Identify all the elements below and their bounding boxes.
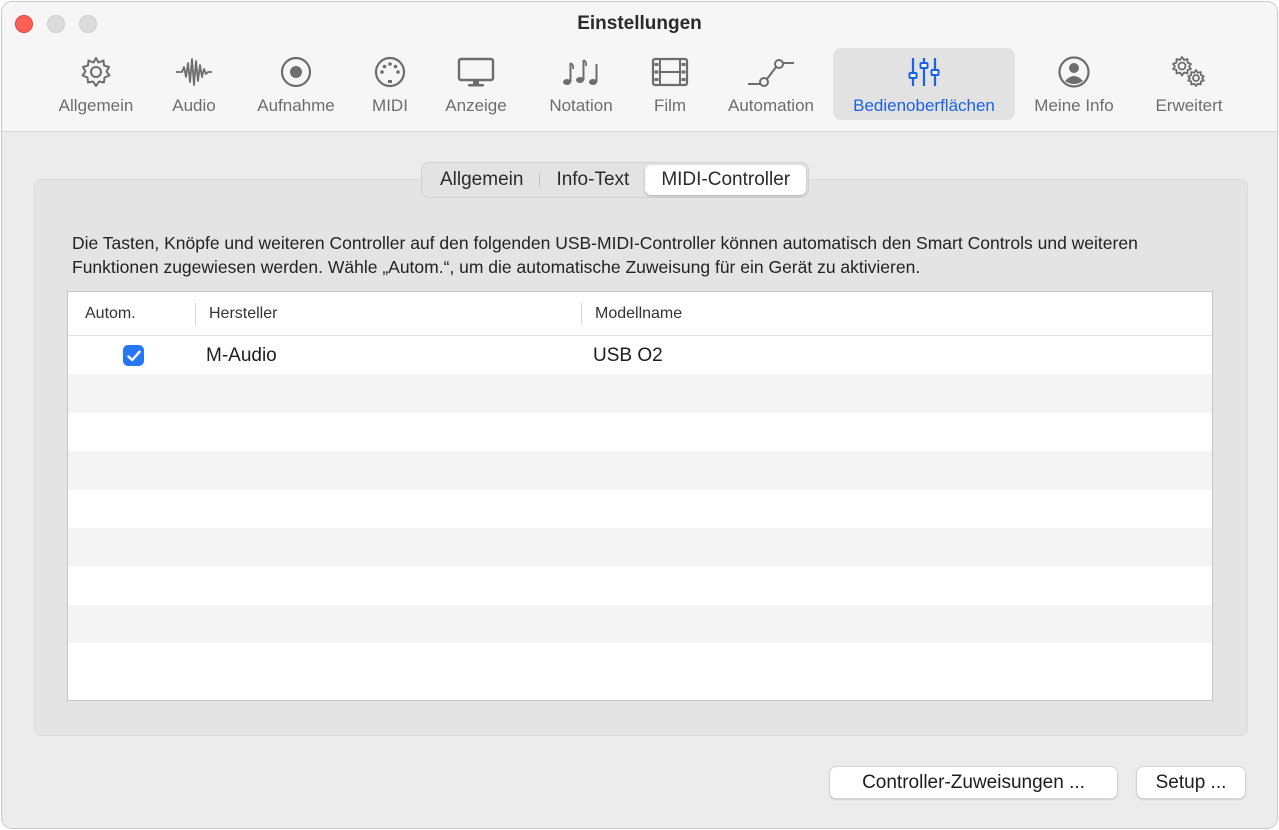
table-row-empty <box>68 566 1212 605</box>
toolbar-item-anzeige[interactable]: Anzeige <box>437 48 515 120</box>
controller-table: Autom. Hersteller Modellname M-Audio USB… <box>67 291 1213 701</box>
tab-midi-controller[interactable]: MIDI-Controller <box>645 165 807 195</box>
film-icon <box>650 52 690 92</box>
toolbar-item-automation[interactable]: Automation <box>718 48 824 120</box>
record-icon <box>279 52 313 92</box>
toolbar-item-notation[interactable]: Notation <box>538 48 624 120</box>
toolbar-label-allgemein: Allgemein <box>58 96 134 115</box>
toolbar-item-midi[interactable]: MIDI <box>362 48 418 120</box>
toolbar-item-bedienoberflaechen[interactable]: Bedienoberflächen <box>833 48 1015 120</box>
toolbar-item-aufnahme[interactable]: Aufnahme <box>247 48 345 120</box>
setup-button[interactable]: Setup ... <box>1136 766 1246 799</box>
toolbar-item-film[interactable]: Film <box>644 48 696 120</box>
toolbar-item-allgemein[interactable]: Allgemein <box>47 48 145 120</box>
toolbar-label-bedienoberflaechen: Bedienoberflächen <box>853 96 995 115</box>
person-icon <box>1057 52 1091 92</box>
column-header-autom[interactable]: Autom. <box>85 305 136 323</box>
cell-manufacturer: M-Audio <box>206 345 277 366</box>
table-body: M-Audio USB O2 <box>68 336 1212 682</box>
table-header: Autom. Hersteller Modellname <box>68 292 1212 336</box>
toolbar-item-audio[interactable]: Audio <box>159 48 229 120</box>
gears-icon <box>1169 52 1209 92</box>
table-row-empty <box>68 412 1212 452</box>
table-row-empty <box>68 374 1212 413</box>
toolbar-label-aufnahme: Aufnahme <box>257 96 335 115</box>
sliders-icon <box>907 52 941 92</box>
toolbar-label-anzeige: Anzeige <box>445 96 507 115</box>
gear-icon <box>79 52 113 92</box>
toolbar-item-erweitert[interactable]: Erweitert <box>1144 48 1234 120</box>
column-divider <box>581 303 582 325</box>
table-row-empty <box>68 489 1212 528</box>
display-icon <box>456 52 496 92</box>
window-title: Einstellungen <box>577 13 702 34</box>
toolbar-label-erweitert: Erweitert <box>1155 96 1223 115</box>
toolbar-label-meine-info: Meine Info <box>1034 96 1114 115</box>
tab-allgemein[interactable]: Allgemein <box>424 165 539 195</box>
toolbar-label-midi: MIDI <box>372 96 408 115</box>
toolbar: Einstellungen Allgemein Audio Aufnahme M… <box>2 2 1277 132</box>
settings-window: Einstellungen Allgemein Audio Aufnahme M… <box>1 1 1278 829</box>
music-notes-icon <box>561 52 601 92</box>
column-header-modellname[interactable]: Modellname <box>595 305 682 323</box>
table-row-empty <box>68 451 1212 490</box>
toolbar-item-meine-info[interactable]: Meine Info <box>1024 48 1124 120</box>
description-text: Die Tasten, Knöpfe und weiteren Controll… <box>72 233 1138 277</box>
table-row-empty <box>68 527 1212 567</box>
column-divider <box>195 303 196 325</box>
autom-checkbox[interactable] <box>123 345 144 366</box>
toolbar-label-audio: Audio <box>172 96 216 115</box>
cell-model: USB O2 <box>593 345 663 366</box>
toolbar-label-film: Film <box>653 96 687 115</box>
tab-info-text[interactable]: Info-Text <box>540 165 645 195</box>
toolbar-label-notation: Notation <box>549 96 613 115</box>
checkmark-icon <box>126 350 141 361</box>
waveform-icon <box>174 52 214 92</box>
table-row[interactable]: M-Audio USB O2 <box>68 336 1212 375</box>
column-header-hersteller[interactable]: Hersteller <box>209 305 277 323</box>
toolbar-label-automation: Automation <box>728 96 814 115</box>
table-row-empty <box>68 604 1212 644</box>
table-row-empty <box>68 643 1212 682</box>
automation-icon <box>747 52 795 92</box>
midi-port-icon <box>373 52 407 92</box>
tab-bar: Allgemein Info-Text MIDI-Controller <box>421 162 810 198</box>
controller-assignments-button[interactable]: Controller-Zuweisungen ... <box>829 766 1118 799</box>
